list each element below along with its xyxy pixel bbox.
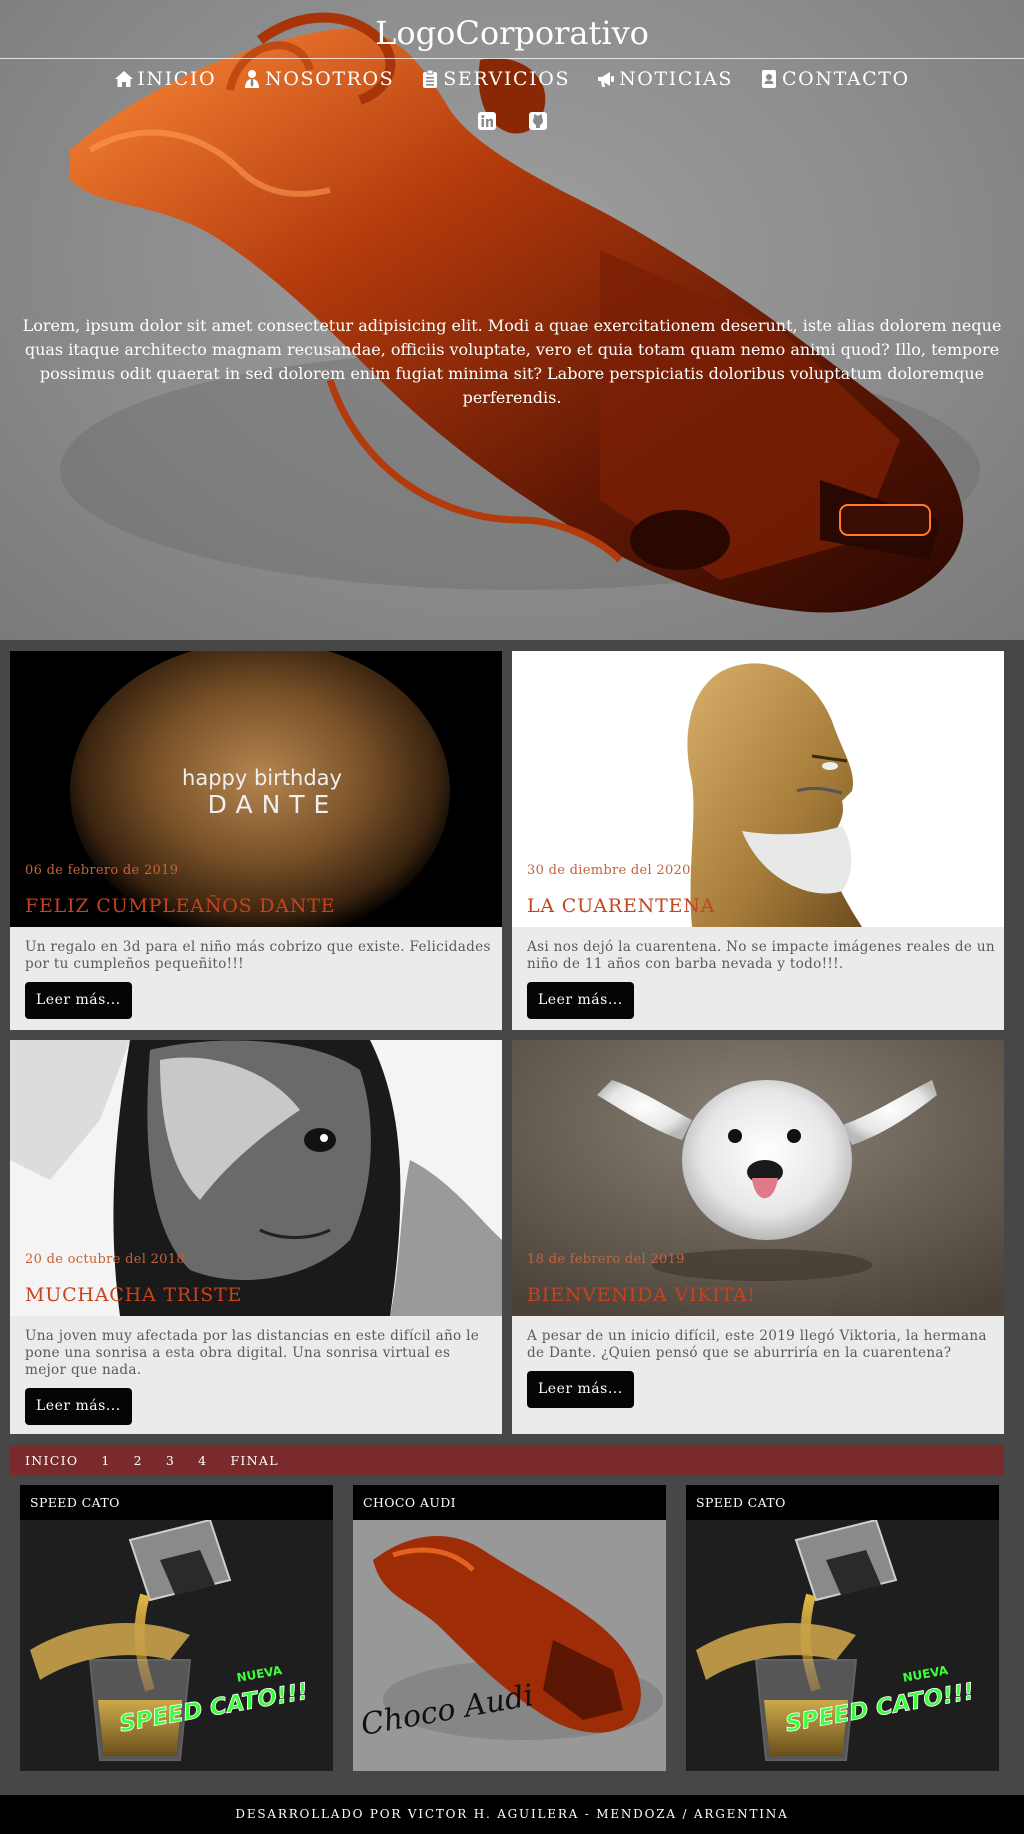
article-date: 06 de febrero de 2019 [25,863,179,878]
article-image-furry-creature [512,1040,1004,1316]
article-image-birthday: happy birthday DANTE [10,651,502,927]
hero-section: LogoCorporativo INICIO NOSOTROS SERVICIO… [0,0,1024,640]
nav-label: INICIO [137,68,217,90]
article-card: 20 de octubre del 2018 MUCHACHA TRISTE U… [10,1040,502,1434]
bullhorn-icon [598,72,615,87]
footer: DESARROLLADO POR VICTOR H. AGUILERA - ME… [0,1795,1024,1834]
article-body: Asi nos dejó la cuarentena. No se impact… [527,939,995,972]
image-caption-line2: DANTE [208,790,339,819]
hero-text: Lorem, ipsum dolor sit amet consectetur … [22,316,1002,407]
article-date: 18 de febrero del 2019 [527,1252,685,1267]
nav-label: CONTACTO [782,68,910,90]
nav-label: SERVICIOS [443,68,571,90]
article-card: happy birthday DANTE 06 de febrero de 20… [10,651,502,1030]
article-date: 30 de diembre del 2020 [527,863,691,878]
product-image-speed-cato: NUEVA SPEED CATO!!! [20,1520,333,1771]
read-more-button[interactable]: Leer más... [527,1371,634,1408]
article-body: Una joven muy afectada por las distancia… [25,1328,480,1378]
nav-item-nosotros[interactable]: NOSOTROS [242,68,394,90]
product-label: SPEED CATO [686,1485,999,1520]
article-title[interactable]: BIENVENIDA VIKITA! [527,1284,756,1306]
logo[interactable]: LogoCorporativo [0,14,1024,52]
user-tie-icon [245,70,260,88]
article-title[interactable]: LA CUARENTENA [527,895,715,917]
product-image-speed-cato: NUEVA SPEED CATO!!! [686,1520,999,1771]
product-image-choco-audi: Choco Audi [353,1520,666,1771]
header-divider [0,58,1024,59]
nav-item-contacto[interactable]: CONTACTO [759,68,910,90]
page-3[interactable]: 3 [166,1453,175,1468]
pagination: INICIO 1 2 3 4 FINAL [10,1445,1004,1475]
github-icon[interactable] [528,111,548,131]
nav-item-servicios[interactable]: SERVICIOS [420,68,570,90]
article-body: A pesar de un inicio difícil, este 2019 … [527,1328,987,1361]
social-links [0,111,1024,131]
page-1[interactable]: 1 [101,1453,110,1468]
page-2[interactable]: 2 [134,1453,143,1468]
main-nav: INICIO NOSOTROS SERVICIOS NOTICIAS CONTA… [0,68,1024,90]
article-title[interactable]: MUCHACHA TRISTE [25,1284,242,1306]
page-first[interactable]: INICIO [25,1453,78,1468]
page-4[interactable]: 4 [198,1453,207,1468]
article-title[interactable]: FELIZ CUMPLEAÑOS DANTE [25,895,335,917]
nav-label: NOTICIAS [619,68,734,90]
image-caption-line1: happy birthday [182,766,342,790]
footer-credit: DESARROLLADO POR VICTOR H. AGUILERA - ME… [235,1807,789,1821]
clipboard-list-icon [423,69,438,88]
article-card: 18 de febrero del 2019 BIENVENIDA VIKITA… [512,1040,1004,1434]
article-date: 20 de octubre del 2018 [25,1252,185,1267]
product-card[interactable]: SPEED CATO NUEVA SPEED CATO!!! [686,1485,999,1771]
read-more-button[interactable]: Leer más... [25,1388,132,1425]
nav-label: NOSOTROS [265,68,395,90]
home-icon [115,71,134,87]
product-label: CHOCO AUDI [353,1485,666,1520]
read-more-button[interactable]: Leer más... [527,982,634,1019]
article-image-quarantine [512,651,1004,927]
product-card[interactable]: CHOCO AUDI Choco Audi [353,1485,666,1771]
nav-item-noticias[interactable]: NOTICIAS [596,68,733,90]
article-body: Un regalo en 3d para el niño más cobrizo… [25,939,491,972]
nav-item-inicio[interactable]: INICIO [114,68,216,90]
product-label: SPEED CATO [20,1485,333,1520]
linkedin-icon[interactable] [477,111,497,131]
article-card: 30 de diembre del 2020 LA CUARENTENA Asi… [512,651,1004,1030]
article-image-sad-girl [10,1040,502,1316]
read-more-button[interactable]: Leer más... [25,982,132,1019]
product-card[interactable]: SPEED CATO NUEVA SPEED CATO!!! [20,1485,333,1771]
page-last[interactable]: FINAL [230,1453,278,1468]
address-card-icon [762,70,777,88]
